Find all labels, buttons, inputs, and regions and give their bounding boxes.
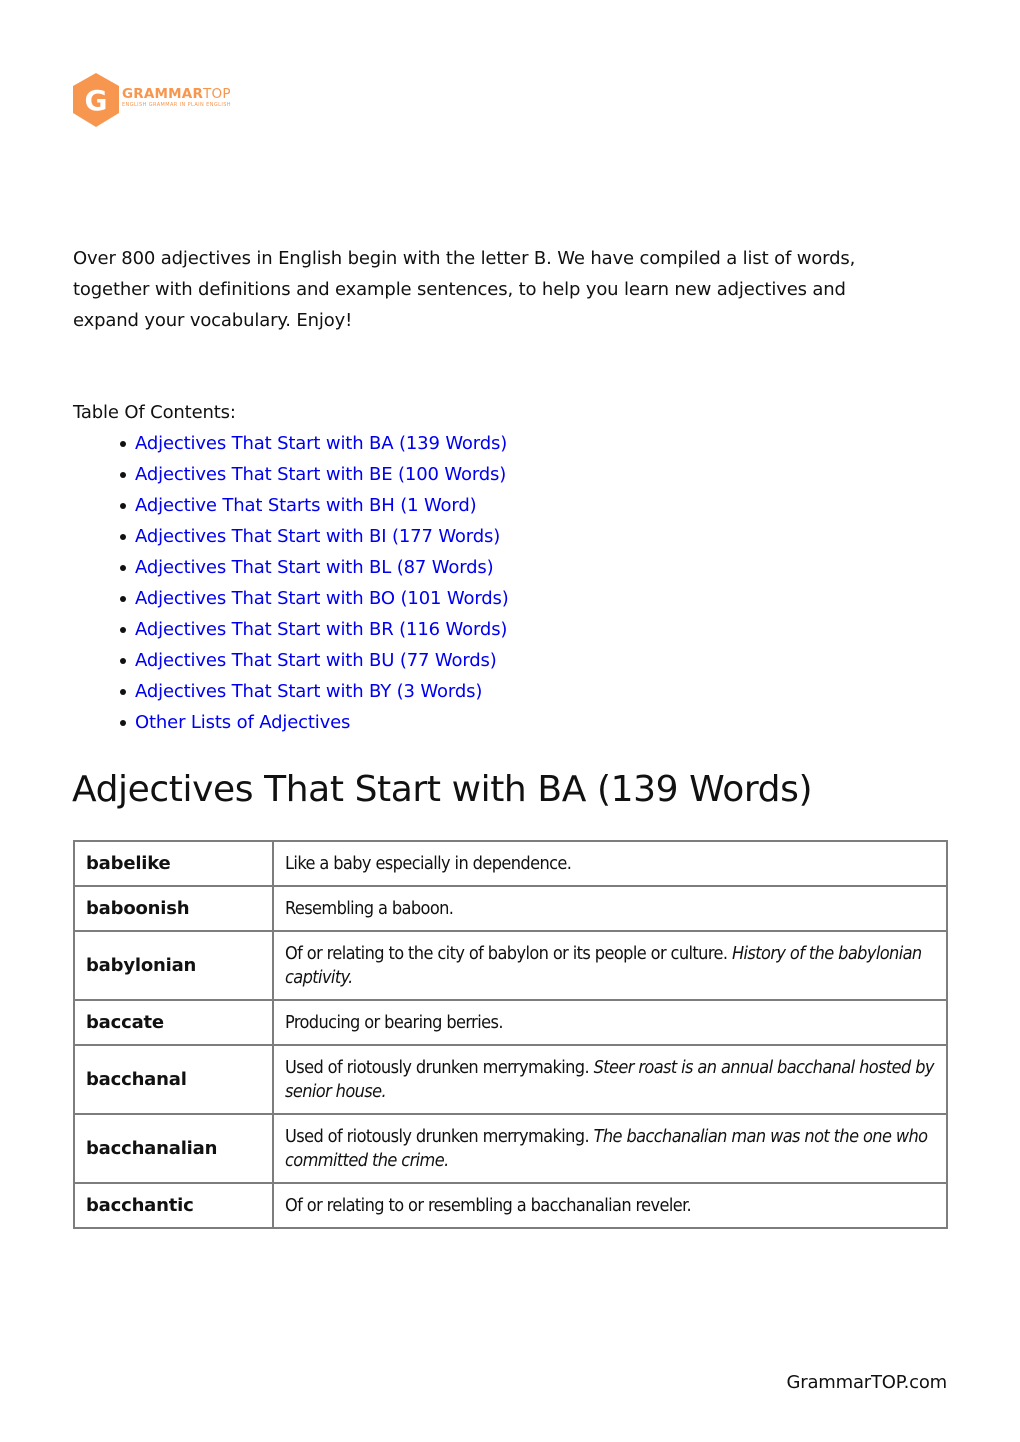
logo-name-bold: GRAMMAR bbox=[122, 86, 204, 102]
toc-link-bu[interactable]: Adjectives That Start with BU (77 Words) bbox=[135, 650, 497, 671]
toc-link-bl[interactable]: Adjectives That Start with BL (87 Words) bbox=[135, 557, 494, 578]
table-row: babelike Like a baby especially in depen… bbox=[73, 840, 948, 887]
logo-tagline: ENGLISH GRAMMAR IN PLAIN ENGLISH bbox=[122, 102, 231, 108]
definition-text: Of or relating to the city of babylon or… bbox=[285, 942, 728, 964]
site-logo[interactable]: G GRAMMARTOP ENGLISH GRAMMAR IN PLAIN EN… bbox=[72, 73, 262, 127]
definition-text: Used of riotously drunken merrymaking. bbox=[285, 1125, 590, 1147]
word-cell: baccate bbox=[73, 999, 274, 1046]
section-heading: Adjectives That Start with BA (139 Words… bbox=[72, 769, 813, 810]
definition-cell: Resembling a baboon. bbox=[272, 885, 948, 932]
definition-cell: Like a baby especially in dependence. bbox=[272, 840, 948, 887]
word-cell: babelike bbox=[73, 840, 274, 887]
definition-cell: Producing or bearing berries. bbox=[272, 999, 948, 1046]
adjectives-table: babelike Like a baby especially in depen… bbox=[73, 840, 948, 1229]
toc-item: Adjectives That Start with BI (177 Words… bbox=[119, 521, 509, 552]
table-row: baboonish Resembling a baboon. bbox=[73, 885, 948, 932]
toc-link-bh[interactable]: Adjective That Starts with BH (1 Word) bbox=[135, 495, 477, 516]
table-row: baccate Producing or bearing berries. bbox=[73, 999, 948, 1046]
toc-link-bi[interactable]: Adjectives That Start with BI (177 Words… bbox=[135, 526, 500, 547]
table-row: bacchanalian Used of riotously drunken m… bbox=[73, 1113, 948, 1184]
toc-item: Adjectives That Start with BY (3 Words) bbox=[119, 676, 509, 707]
definition-cell: Used of riotously drunken merrymaking. T… bbox=[272, 1113, 948, 1184]
toc-item: Adjectives That Start with BU (77 Words) bbox=[119, 645, 509, 676]
word-cell: bacchanal bbox=[73, 1044, 274, 1115]
logo-name-light: TOP bbox=[203, 86, 231, 102]
word-cell: babylonian bbox=[73, 930, 274, 1001]
definition-cell: Of or relating to or resembling a baccha… bbox=[272, 1182, 948, 1229]
intro-paragraph: Over 800 adjectives in English begin wit… bbox=[73, 243, 913, 336]
logo-name: GRAMMARTOP bbox=[122, 87, 231, 101]
logo-letter: G bbox=[85, 84, 108, 117]
definition-text: Producing or bearing berries. bbox=[285, 1011, 503, 1033]
toc-item: Adjectives That Start with BA (139 Words… bbox=[119, 428, 509, 459]
word-cell: baboonish bbox=[73, 885, 274, 932]
definition-text: Of or relating to or resembling a baccha… bbox=[285, 1194, 692, 1216]
word-cell: bacchanalian bbox=[73, 1113, 274, 1184]
footer-site-name: GrammarTOP.com bbox=[786, 1372, 948, 1393]
definition-cell: Used of riotously drunken merrymaking. S… bbox=[272, 1044, 948, 1115]
word-cell: bacchantic bbox=[73, 1182, 274, 1229]
table-of-contents: Table Of Contents: Adjectives That Start… bbox=[73, 397, 509, 738]
toc-item: Other Lists of Adjectives bbox=[119, 707, 509, 738]
toc-link-be[interactable]: Adjectives That Start with BE (100 Words… bbox=[135, 464, 506, 485]
toc-item: Adjectives That Start with BR (116 Words… bbox=[119, 614, 509, 645]
toc-link-ba[interactable]: Adjectives That Start with BA (139 Words… bbox=[135, 433, 507, 454]
toc-item: Adjectives That Start with BE (100 Words… bbox=[119, 459, 509, 490]
definition-cell: Of or relating to the city of babylon or… bbox=[272, 930, 948, 1001]
toc-link-br[interactable]: Adjectives That Start with BR (116 Words… bbox=[135, 619, 507, 640]
toc-link-bo[interactable]: Adjectives That Start with BO (101 Words… bbox=[135, 588, 509, 609]
intro-text: Over 800 adjectives in English begin wit… bbox=[73, 248, 856, 331]
logo-wordmark: GRAMMARTOP ENGLISH GRAMMAR IN PLAIN ENGL… bbox=[122, 87, 231, 109]
definition-text: Resembling a baboon. bbox=[285, 897, 454, 919]
toc-item: Adjective That Starts with BH (1 Word) bbox=[119, 490, 509, 521]
table-row: babylonian Of or relating to the city of… bbox=[73, 930, 948, 1001]
toc-item: Adjectives That Start with BO (101 Words… bbox=[119, 583, 509, 614]
toc-link-by[interactable]: Adjectives That Start with BY (3 Words) bbox=[135, 681, 482, 702]
toc-item: Adjectives That Start with BL (87 Words) bbox=[119, 552, 509, 583]
definition-text: Used of riotously drunken merrymaking. bbox=[285, 1056, 590, 1078]
toc-link-other-lists[interactable]: Other Lists of Adjectives bbox=[135, 712, 350, 733]
definition-text: Like a baby especially in dependence. bbox=[285, 852, 572, 874]
table-row: bacchantic Of or relating to or resembli… bbox=[73, 1182, 948, 1229]
toc-title: Table Of Contents: bbox=[73, 402, 236, 423]
toc-list: Adjectives That Start with BA (139 Words… bbox=[73, 428, 509, 738]
hexagon-logo-icon: G bbox=[73, 73, 119, 127]
table-row: bacchanal Used of riotously drunken merr… bbox=[73, 1044, 948, 1115]
